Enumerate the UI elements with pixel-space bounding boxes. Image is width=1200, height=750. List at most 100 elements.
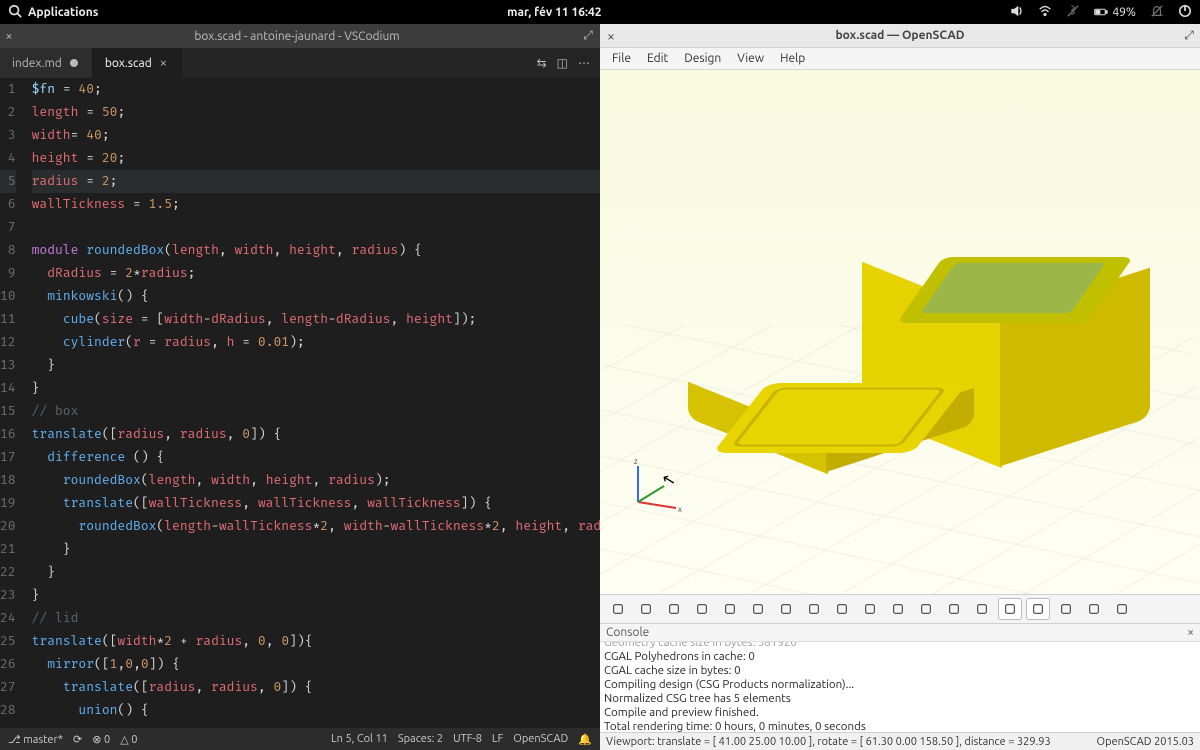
menu-design[interactable]: Design <box>678 50 727 67</box>
tab-index-md[interactable]: index.md <box>0 48 93 78</box>
close-tab-icon[interactable]: × <box>160 56 167 70</box>
left-icon[interactable] <box>858 598 882 620</box>
center-icon[interactable] <box>970 598 994 620</box>
more-actions-icon[interactable]: ⋯ <box>578 56 590 70</box>
console-output[interactable]: Geometry cache size in bytes: 581920CGAL… <box>600 642 1200 732</box>
close-console-icon[interactable]: × <box>1187 626 1194 639</box>
code-line[interactable]: translate([radius, radius, 0]) { <box>32 423 600 446</box>
ortho-icon[interactable] <box>1026 598 1050 620</box>
code-line[interactable]: cube(size = [width-dRadius, length-dRadi… <box>32 308 600 331</box>
code-line[interactable]: mirror([1,0,0]) { <box>32 653 600 676</box>
maximize-icon[interactable]: ⤢ <box>1178 29 1200 43</box>
line-number: 1 <box>0 78 16 101</box>
line-number: 16 <box>0 423 16 446</box>
code-line[interactable]: wallTickness = 1.5; <box>32 193 600 216</box>
zoom-in-icon[interactable] <box>690 598 714 620</box>
code-editor[interactable]: 1234567891011121314151617181920212223242… <box>0 78 600 728</box>
diag-icon[interactable] <box>942 598 966 620</box>
front-icon[interactable] <box>886 598 910 620</box>
code-line[interactable]: cylinder(r = radius, h = 0.01); <box>32 331 600 354</box>
console-title: Console <box>606 626 649 639</box>
zoom-out-icon[interactable] <box>718 598 742 620</box>
surface-icon[interactable] <box>1110 598 1134 620</box>
code-line[interactable] <box>32 216 600 239</box>
tab-box-scad[interactable]: box.scad × <box>93 48 182 78</box>
top-icon[interactable] <box>802 598 826 620</box>
code-line[interactable]: width= 40; <box>32 124 600 147</box>
reset-view-icon[interactable] <box>746 598 770 620</box>
split-editor-icon[interactable]: ◫ <box>557 56 568 70</box>
line-number: 21 <box>0 538 16 561</box>
menu-file[interactable]: File <box>606 50 637 67</box>
line-number: 20 <box>0 515 16 538</box>
code-line[interactable]: length = 50; <box>32 101 600 124</box>
openscad-titlebar[interactable]: × box.scad — OpenSCAD ⤢ <box>600 24 1200 48</box>
code-line[interactable]: translate([wallTickness, wallTickness, w… <box>32 492 600 515</box>
render-icon[interactable] <box>634 598 658 620</box>
close-icon[interactable]: × <box>0 30 18 43</box>
clock[interactable]: mar, fév 11 16:42 <box>98 6 1010 19</box>
bell-icon[interactable]: 🔔 <box>578 733 592 746</box>
menu-help[interactable]: Help <box>774 50 811 67</box>
compare-icon[interactable]: ⇆ <box>537 56 547 70</box>
console-line: Normalized CSG tree has 5 elements <box>604 692 1196 706</box>
bottom-icon[interactable] <box>830 598 854 620</box>
code-line[interactable]: } <box>32 377 600 400</box>
code-line[interactable]: height = 20; <box>32 147 600 170</box>
encoding[interactable]: UTF-8 <box>453 733 482 745</box>
code-line[interactable]: } <box>32 354 600 377</box>
errors[interactable]: ⊗ 0 <box>92 733 110 746</box>
line-number: 11 <box>0 308 16 331</box>
volume-icon[interactable] <box>1010 4 1024 21</box>
line-number: 2 <box>0 101 16 124</box>
vscodium-titlebar[interactable]: × box.scad - antoine-jaunard - VSCodium … <box>0 24 600 48</box>
notifications-off-icon[interactable] <box>1150 4 1164 21</box>
console-header: Console × <box>600 624 1200 642</box>
search-icon[interactable] <box>8 4 22 21</box>
menu-edit[interactable]: Edit <box>641 50 674 67</box>
code-line[interactable]: } <box>32 584 600 607</box>
back-icon[interactable] <box>914 598 938 620</box>
code-line[interactable]: // lid <box>32 607 600 630</box>
code-line[interactable]: translate([width*2 + radius, 0, 0]){ <box>32 630 600 653</box>
cursor-position[interactable]: Ln 5, Col 11 <box>331 733 388 745</box>
code-line[interactable]: } <box>32 561 600 584</box>
line-number: 18 <box>0 469 16 492</box>
power-icon[interactable] <box>1178 4 1192 21</box>
line-number: 28 <box>0 699 16 722</box>
preview-icon[interactable] <box>606 598 630 620</box>
close-icon[interactable]: × <box>600 28 622 44</box>
sync-icon[interactable]: ⟳ <box>73 733 82 746</box>
dirty-indicator-icon <box>70 59 78 67</box>
code-line[interactable]: } <box>32 538 600 561</box>
maximize-icon[interactable]: ⤢ <box>576 29 600 43</box>
perspective-icon[interactable] <box>998 598 1022 620</box>
warnings[interactable]: △ 0 <box>120 733 137 746</box>
code-line[interactable]: roundedBox(length, width, height, radius… <box>32 469 600 492</box>
code-line[interactable]: dRadius = 2*radius; <box>32 262 600 285</box>
eol[interactable]: LF <box>492 733 503 745</box>
code-line[interactable]: roundedBox(length-wallTickness*2, width-… <box>32 515 600 538</box>
code-line[interactable]: $fn = 40; <box>32 78 600 101</box>
code-line[interactable]: module roundedBox(length, width, height,… <box>32 239 600 262</box>
code-line[interactable]: difference () { <box>32 446 600 469</box>
applications-menu[interactable]: Applications <box>28 6 98 19</box>
git-branch[interactable]: ⎇ master* <box>8 733 63 746</box>
code-line[interactable]: union() { <box>32 699 600 722</box>
code-line[interactable]: radius = 2; <box>32 170 600 193</box>
wire-icon[interactable] <box>1082 598 1106 620</box>
menu-view[interactable]: View <box>731 50 770 67</box>
code-line[interactable]: minkowski() { <box>32 285 600 308</box>
editor-tabs: index.md box.scad × ⇆ ◫ ⋯ <box>0 48 600 78</box>
code-line[interactable]: // box <box>32 400 600 423</box>
view-all-icon[interactable] <box>662 598 686 620</box>
indentation[interactable]: Spaces: 2 <box>398 733 443 745</box>
language-mode[interactable]: OpenSCAD <box>513 733 568 745</box>
axes-icon[interactable] <box>1054 598 1078 620</box>
right-icon[interactable] <box>774 598 798 620</box>
bluetooth-off-icon[interactable] <box>1066 4 1080 21</box>
code-line[interactable]: translate([radius, radius, 0]) { <box>32 676 600 699</box>
wifi-icon[interactable] <box>1038 4 1052 21</box>
battery-icon[interactable]: 49% <box>1094 5 1136 19</box>
viewport-3d[interactable]: z x ↖ <box>600 70 1200 594</box>
